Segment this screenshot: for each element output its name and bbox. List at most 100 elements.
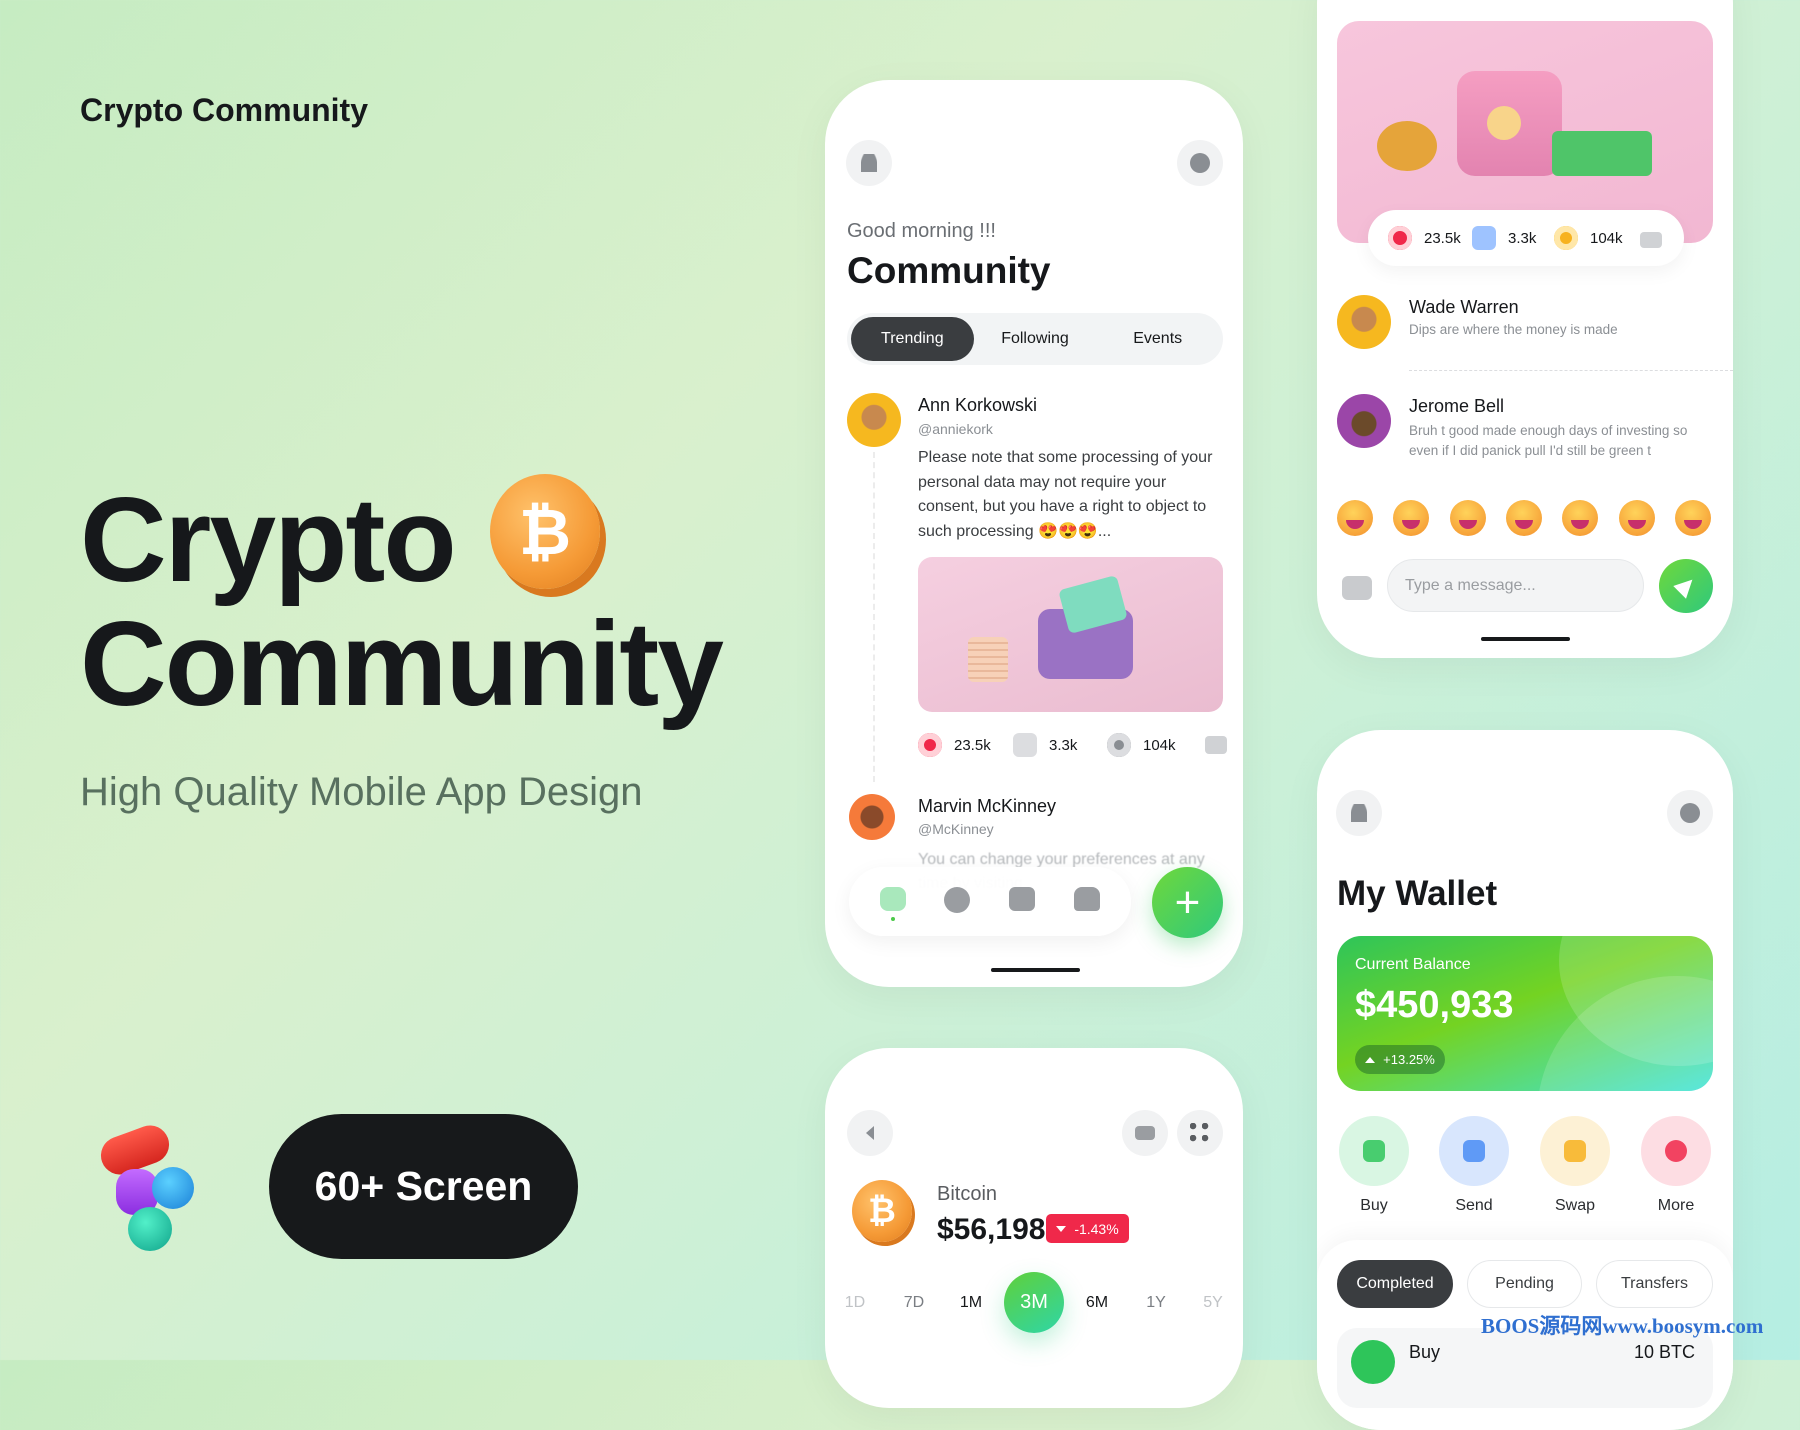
profile-button[interactable] bbox=[846, 140, 892, 186]
range-3m[interactable]: 3M bbox=[1004, 1272, 1064, 1333]
action-label: Send bbox=[1455, 1197, 1493, 1214]
emoji-icon[interactable] bbox=[1393, 500, 1430, 536]
range-5y[interactable]: 5Y bbox=[1183, 1288, 1243, 1318]
coin-price: $56,198 bbox=[937, 1213, 1046, 1246]
transaction-row[interactable]: Buy 10 BTC bbox=[1337, 1328, 1713, 1408]
coin-name: Bitcoin bbox=[937, 1183, 998, 1205]
buy-icon bbox=[1363, 1140, 1385, 1162]
balance-change-badge: +13.25% bbox=[1355, 1045, 1445, 1074]
emoji-icon[interactable] bbox=[1674, 500, 1711, 536]
post-author[interactable]: Ann Korkowski bbox=[918, 395, 1037, 416]
caret-down-icon bbox=[1056, 1225, 1067, 1232]
likes-value: 23.5k bbox=[1424, 229, 1461, 247]
search-button[interactable] bbox=[1667, 790, 1713, 836]
comment-author[interactable]: Jerome Bell bbox=[1409, 396, 1504, 417]
share-icon[interactable] bbox=[1640, 232, 1662, 248]
avatar[interactable] bbox=[1337, 295, 1391, 349]
view-count[interactable]: 104k bbox=[1107, 733, 1176, 757]
hero-title: Crypto Community bbox=[80, 478, 724, 726]
back-arrow-icon bbox=[866, 1126, 874, 1140]
user-icon bbox=[861, 154, 877, 172]
chat-icon[interactable] bbox=[1009, 887, 1035, 911]
more-icon bbox=[1665, 1140, 1687, 1162]
filter-completed[interactable]: Completed bbox=[1337, 1260, 1453, 1308]
balance-card: Current Balance $450,933 +13.25% bbox=[1337, 936, 1713, 1091]
coin-count[interactable]: 104k bbox=[1554, 226, 1623, 250]
coin-detail-screen: ₿ Bitcoin $56,198 -1.43% 1D 7D 1M 3M 6M 1Y 5Y bbox=[825, 1048, 1243, 1408]
comment-icon bbox=[1013, 733, 1037, 757]
profile-button[interactable] bbox=[1336, 790, 1382, 836]
bitcoin-coin-icon: ₿ bbox=[490, 474, 600, 589]
balance-value: $450,933 bbox=[1355, 984, 1514, 1026]
page-title: My Wallet bbox=[1337, 874, 1498, 913]
avatar[interactable] bbox=[1337, 394, 1391, 448]
emoji-icon[interactable] bbox=[1337, 500, 1373, 536]
like-count[interactable]: 23.5k bbox=[1388, 226, 1461, 250]
search-icon bbox=[1680, 803, 1700, 823]
plus-icon: + bbox=[1174, 877, 1201, 927]
buy-icon bbox=[1351, 1340, 1395, 1384]
comments-value: 3.3k bbox=[1508, 229, 1537, 247]
like-count[interactable]: 23.5k bbox=[918, 733, 991, 757]
avatar[interactable] bbox=[849, 794, 895, 840]
home-icon[interactable] bbox=[880, 887, 906, 911]
range-1d[interactable]: 1D bbox=[825, 1288, 885, 1318]
user-icon bbox=[1351, 804, 1367, 822]
share-icon[interactable] bbox=[1205, 736, 1227, 754]
home-indicator bbox=[991, 968, 1080, 972]
share-button[interactable] bbox=[1122, 1110, 1168, 1156]
message-input[interactable]: Type a message... bbox=[1387, 559, 1644, 612]
eye-icon bbox=[1107, 733, 1131, 757]
range-1m[interactable]: 1M bbox=[941, 1288, 1001, 1318]
swap-button[interactable] bbox=[1540, 1116, 1610, 1186]
page-title: Community bbox=[847, 250, 1051, 291]
comment-text: Dips are where the money is made bbox=[1409, 322, 1618, 337]
comment-author[interactable]: Wade Warren bbox=[1409, 297, 1519, 318]
coin-symbol: ₿ bbox=[868, 1191, 896, 1230]
send-button[interactable] bbox=[1659, 559, 1713, 613]
filter-transfers[interactable]: Transfers bbox=[1596, 1260, 1713, 1308]
buy-button[interactable] bbox=[1339, 1116, 1409, 1186]
tab-trending[interactable]: Trending bbox=[851, 317, 974, 361]
wallet-icon[interactable] bbox=[1074, 887, 1100, 911]
share-icon bbox=[1135, 1126, 1155, 1140]
price-change-badge: -1.43% bbox=[1046, 1214, 1129, 1243]
range-6m[interactable]: 6M bbox=[1067, 1288, 1127, 1318]
emoji-icon[interactable] bbox=[1618, 500, 1655, 536]
brand-title: Crypto Community bbox=[80, 92, 368, 128]
post-author[interactable]: Marvin McKinney bbox=[918, 796, 1056, 817]
comment-icon bbox=[1472, 226, 1496, 250]
more-button[interactable] bbox=[1177, 1110, 1223, 1156]
create-post-button[interactable]: + bbox=[1152, 867, 1223, 938]
range-7d[interactable]: 7D bbox=[884, 1288, 944, 1318]
comment-count[interactable]: 3.3k bbox=[1013, 733, 1077, 757]
subtitle: High Quality Mobile App Design bbox=[80, 770, 643, 814]
change-value: +13.25% bbox=[1383, 1052, 1435, 1067]
send-button[interactable] bbox=[1439, 1116, 1509, 1186]
filter-pending[interactable]: Pending bbox=[1467, 1260, 1582, 1308]
greeting: Good morning !!! bbox=[847, 220, 996, 242]
range-1y[interactable]: 1Y bbox=[1126, 1288, 1186, 1318]
tab-following[interactable]: Following bbox=[974, 317, 1097, 361]
coin-icon bbox=[1554, 226, 1578, 250]
more-button[interactable] bbox=[1641, 1116, 1711, 1186]
emoji-icon[interactable] bbox=[1562, 500, 1599, 536]
avatar[interactable] bbox=[847, 393, 901, 447]
thread-line bbox=[873, 452, 875, 782]
post-image[interactable] bbox=[918, 557, 1223, 712]
search-button[interactable] bbox=[1177, 140, 1223, 186]
back-button[interactable] bbox=[847, 1110, 893, 1156]
emoji-icon[interactable] bbox=[1505, 500, 1542, 536]
tab-events[interactable]: Events bbox=[1096, 317, 1219, 361]
input-placeholder: Type a message... bbox=[1405, 577, 1536, 594]
action-label: More bbox=[1657, 1197, 1695, 1214]
camera-icon[interactable] bbox=[1342, 576, 1372, 600]
explore-icon[interactable] bbox=[944, 887, 970, 913]
post-text: Please note that some processing of your… bbox=[918, 449, 1213, 540]
coins-value: 104k bbox=[1590, 229, 1623, 247]
likes-value: 23.5k bbox=[954, 736, 991, 754]
comment-count[interactable]: 3.3k bbox=[1472, 226, 1536, 250]
post-comments-screen: 23.5k 3.3k 104k Wade Warren Dips are whe… bbox=[1317, 0, 1733, 658]
community-screen: Good morning !!! Community Trending Foll… bbox=[825, 80, 1243, 987]
emoji-icon[interactable] bbox=[1449, 500, 1486, 536]
